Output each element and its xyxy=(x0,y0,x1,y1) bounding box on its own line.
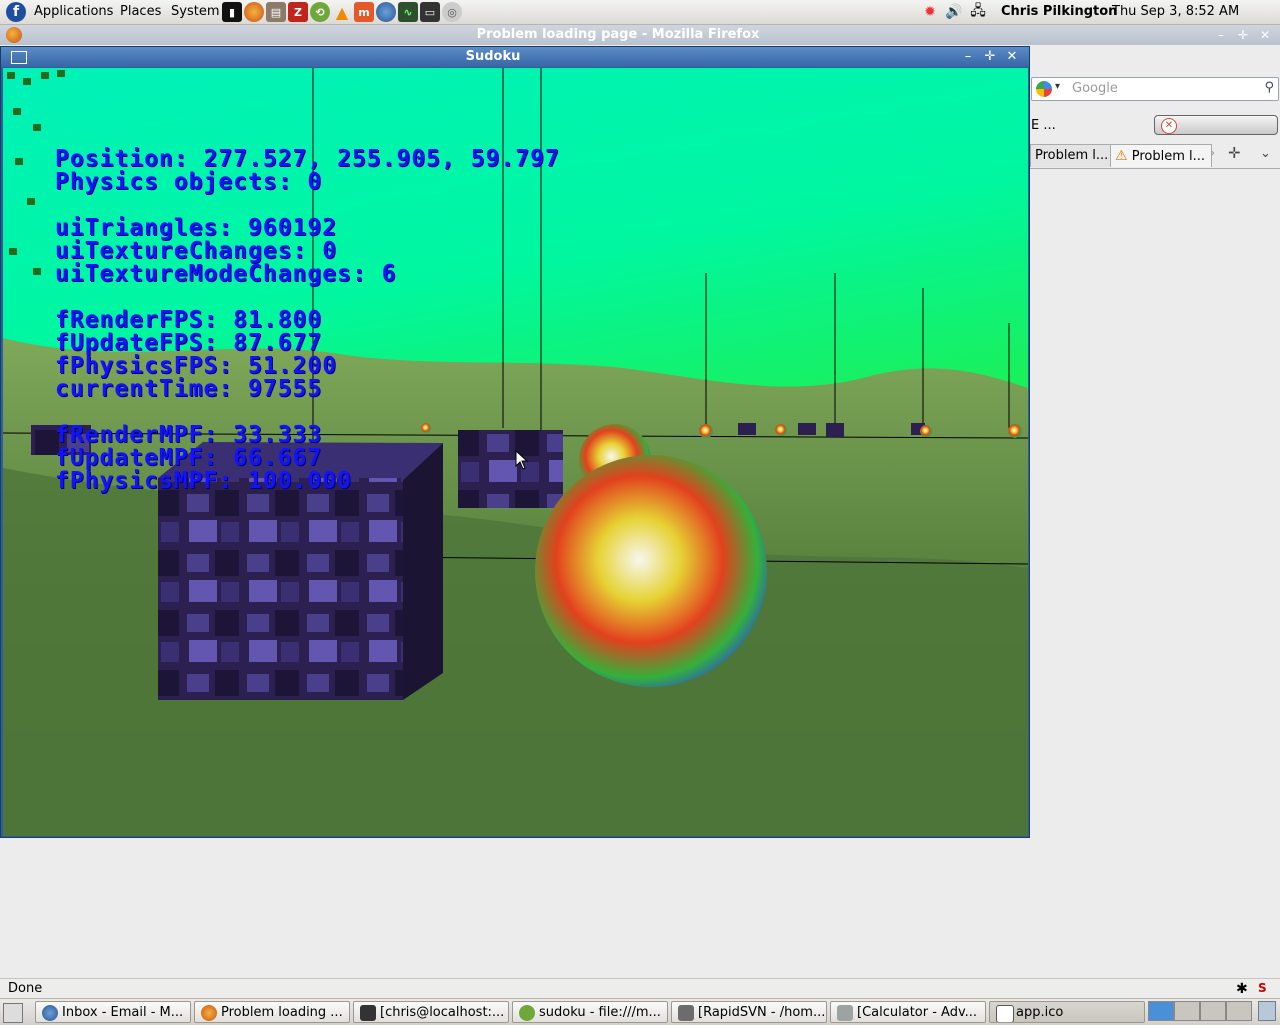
system-tray: ✹ 🔊 🖧 xyxy=(920,2,988,22)
minimize-button[interactable]: – xyxy=(1212,27,1230,43)
stat-update-mpf: fUpdateMPF: 66.667 xyxy=(55,445,323,471)
task-label: [chris@localhost:... xyxy=(380,1005,505,1020)
stat-current-time: currentTime: 97555 xyxy=(55,376,323,402)
firefox-tab-bar: Problem l... ⚠ Problem l... › ✛ ⌄ xyxy=(1030,142,1280,169)
trash-icon[interactable] xyxy=(1258,1001,1276,1021)
chevron-right-icon[interactable]: › xyxy=(1210,146,1215,161)
close-button[interactable]: ✕ xyxy=(1003,49,1021,65)
task-firefox[interactable]: Problem loading ... xyxy=(194,1001,350,1023)
mouse-cursor-icon xyxy=(515,450,529,470)
task-terminal[interactable]: [chris@localhost:... xyxy=(353,1001,509,1023)
vlc-launcher-icon[interactable]: ▲ xyxy=(332,2,352,22)
tab-label: Problem l... xyxy=(1131,149,1205,164)
task-app-ico[interactable]: app.ico xyxy=(989,1001,1145,1023)
top-panel: f Applications Places System ▮ ▤ Z ⟲ ▲ m… xyxy=(0,0,1280,25)
url-fragment: E ... xyxy=(1031,118,1056,133)
chevron-down-icon[interactable]: ⌄ xyxy=(1260,146,1271,161)
tab-problem-1[interactable]: Problem l... xyxy=(1030,144,1115,167)
stop-progress[interactable]: ✕ xyxy=(1154,115,1278,135)
firefox-icon xyxy=(201,1005,217,1021)
stat-physics-mpf: fPhysicsMPF: 100.000 xyxy=(55,468,352,494)
chevron-down-icon[interactable]: ▾ xyxy=(1055,81,1060,92)
calculator-icon xyxy=(837,1005,853,1021)
workspace-3[interactable] xyxy=(1200,1001,1226,1021)
fedora-logo-icon[interactable]: f xyxy=(6,2,26,22)
search-input[interactable]: Google xyxy=(1072,81,1118,96)
workspace-1[interactable] xyxy=(1148,1001,1174,1021)
task-label: sudoku - file:///m... xyxy=(539,1005,661,1020)
warning-icon: ⚠ xyxy=(1115,148,1128,164)
stat-update-fps: fUpdateFPS: 87.677 xyxy=(55,330,323,356)
tab-label: Problem l... xyxy=(1035,148,1109,163)
bottom-panel: Inbox - Email - M... Problem loading ...… xyxy=(0,998,1280,1025)
disk-launcher-icon[interactable]: ◎ xyxy=(442,2,462,22)
system-monitor-launcher-icon[interactable]: ∿ xyxy=(398,2,418,22)
thunderbird-launcher-icon[interactable] xyxy=(376,2,396,22)
clock[interactable]: Thu Sep 3, 8:52 AM xyxy=(1112,4,1239,19)
stat-texture-mode-changes: uiTextureModeChanges: 6 xyxy=(55,261,397,287)
status-text: Done xyxy=(8,981,43,996)
minimize-button[interactable]: – xyxy=(959,49,977,65)
rapidsvn-icon xyxy=(519,1005,535,1021)
search-box[interactable]: ▾ Google ⚲ xyxy=(1031,77,1279,101)
google-engine-icon[interactable] xyxy=(1036,81,1052,97)
search-icon[interactable]: ⚲ xyxy=(1264,80,1274,95)
update-alert-icon[interactable]: ✹ xyxy=(920,2,940,22)
addon-icon[interactable]: S xyxy=(1258,981,1267,995)
tab-problem-2[interactable]: ⚠ Problem l... xyxy=(1110,144,1212,167)
stat-triangles: uiTriangles: 960192 xyxy=(55,215,338,241)
network-icon[interactable]: 🖧 xyxy=(968,2,988,22)
places-menu[interactable]: Places xyxy=(120,4,161,19)
firefox-titlebar: Problem loading page - Mozilla Firefox –… xyxy=(0,25,1280,45)
stat-render-fps: fRenderFPS: 81.800 xyxy=(55,307,323,333)
task-rapidsvn[interactable]: [RapidSVN - /hom... xyxy=(671,1001,827,1023)
3d-viewport[interactable]: Position: 277.527, 255.905, 59.797 Physi… xyxy=(3,68,1028,836)
task-calculator[interactable]: [Calculator - Adv... xyxy=(830,1001,986,1023)
task-label: Problem loading ... xyxy=(221,1005,343,1020)
launcher-bar: ▮ ▤ Z ⟲ ▲ m ∿ ▭ ◎ xyxy=(222,2,462,22)
file-manager-launcher-icon[interactable]: ▤ xyxy=(266,2,286,22)
volume-icon[interactable]: 🔊 xyxy=(944,2,964,22)
terminal-icon xyxy=(360,1005,376,1021)
firefox-launcher-icon[interactable] xyxy=(244,2,264,22)
task-label: Inbox - Email - M... xyxy=(62,1005,184,1020)
terminal-2-launcher-icon[interactable]: ▭ xyxy=(420,2,440,22)
task-label: [RapidSVN - /hom... xyxy=(698,1005,826,1020)
sudoku-window: Sudoku – ✛ ✕ Position: 277.527, 255.905,… xyxy=(0,46,1030,838)
system-menu[interactable]: System xyxy=(171,4,219,19)
debug-stats-overlay: Position: 277.527, 255.905, 59.797 Physi… xyxy=(55,148,560,493)
stat-render-mpf: fRenderMPF: 33.333 xyxy=(55,422,323,448)
close-button[interactable]: ✕ xyxy=(1256,27,1274,43)
workspace-switcher xyxy=(1148,1001,1252,1021)
sudoku-titlebar[interactable]: Sudoku – ✛ ✕ xyxy=(1,47,1029,67)
terminal-launcher-icon[interactable]: ▮ xyxy=(222,2,242,22)
stat-physics-objects: Physics objects: 0 xyxy=(55,169,323,195)
filezilla-launcher-icon[interactable]: Z xyxy=(288,2,308,22)
applications-menu[interactable]: Applications xyxy=(34,4,113,19)
firefox-window-title: Problem loading page - Mozilla Firefox xyxy=(476,27,760,42)
rapidsvn-icon xyxy=(678,1005,694,1021)
firebug-icon[interactable]: ✱ xyxy=(1236,981,1248,997)
user-name[interactable]: Chris Pilkington xyxy=(1001,4,1117,19)
window-icon xyxy=(996,1005,1014,1022)
stop-icon[interactable]: ✕ xyxy=(1161,118,1177,134)
task-inbox[interactable]: Inbox - Email - M... xyxy=(35,1001,191,1023)
sudoku-window-title: Sudoku xyxy=(465,49,521,64)
rapidsvn-launcher-icon[interactable]: ⟲ xyxy=(310,2,330,22)
thunderbird-icon xyxy=(42,1005,58,1021)
new-tab-icon[interactable]: ✛ xyxy=(1228,144,1241,162)
task-label: app.ico xyxy=(1016,1005,1064,1020)
maximize-button[interactable]: ✛ xyxy=(981,49,999,65)
workspace-2[interactable] xyxy=(1174,1001,1200,1021)
stat-physics-fps: fPhysicsFPS: 51.200 xyxy=(55,353,338,379)
firefox-status-bar: Done ✱ S xyxy=(0,978,1280,999)
stat-position: Position: 277.527, 255.905, 59.797 xyxy=(55,146,560,172)
stat-texture-changes: uiTextureChanges: 0 xyxy=(55,238,338,264)
maximize-button[interactable]: ✛ xyxy=(1234,27,1252,43)
task-sudoku[interactable]: sudoku - file:///m... xyxy=(512,1001,668,1023)
workspace-4[interactable] xyxy=(1226,1001,1252,1021)
mysql-launcher-icon[interactable]: m xyxy=(354,2,374,22)
show-desktop-button[interactable] xyxy=(3,1003,23,1023)
task-label: [Calculator - Adv... xyxy=(857,1005,978,1020)
